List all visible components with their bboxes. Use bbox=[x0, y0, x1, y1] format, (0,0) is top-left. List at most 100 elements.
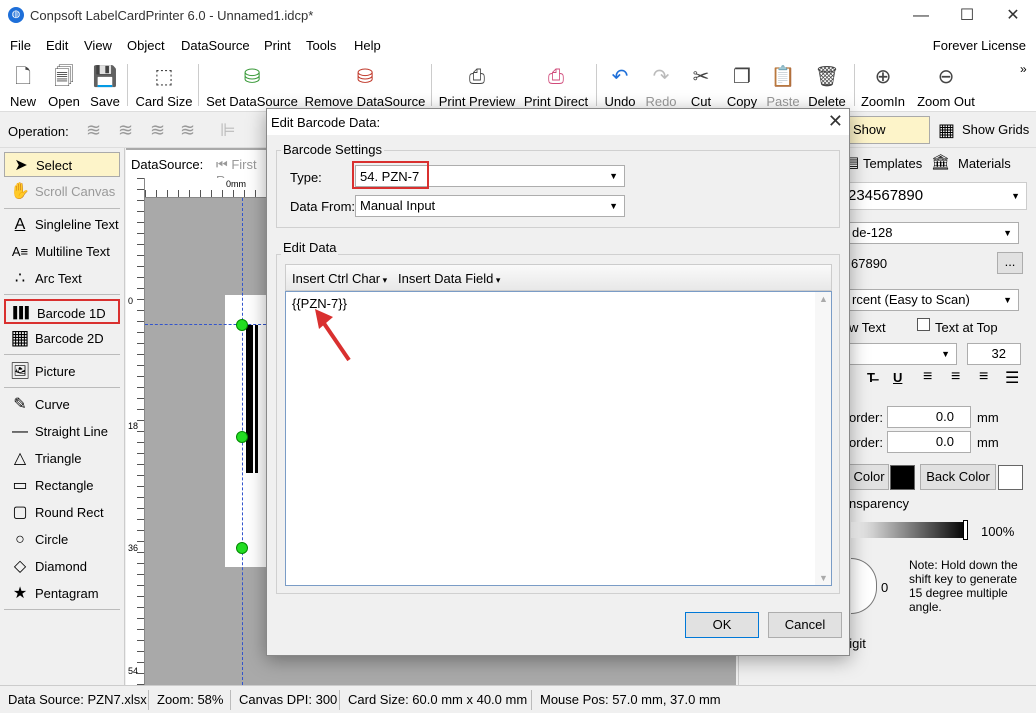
maximize-button[interactable]: ☐ bbox=[944, 0, 990, 32]
copy-button[interactable]: ❐ Copy bbox=[722, 62, 762, 110]
print-direct-button[interactable]: ⎙ Print Direct bbox=[522, 62, 590, 110]
tool-barcode-1d[interactable]: ▌▌▌ Barcode 1D bbox=[4, 299, 120, 324]
data-from-select[interactable]: Manual Input ▼ bbox=[355, 195, 625, 217]
tab-templates[interactable]: Templates bbox=[863, 156, 922, 171]
strikethrough-icon[interactable]: T̶ bbox=[867, 370, 875, 385]
ok-button[interactable]: OK bbox=[685, 612, 759, 638]
data-from-label: Data From: bbox=[290, 199, 356, 214]
layer-icon[interactable]: ≋ bbox=[150, 120, 165, 141]
dialog-close-button[interactable]: ✕ bbox=[828, 111, 843, 132]
divider bbox=[4, 354, 120, 355]
back-color-swatch[interactable] bbox=[998, 465, 1023, 490]
show-guides-toggle[interactable]: Show Guides bbox=[848, 116, 930, 163]
save-button[interactable]: 💾 Save bbox=[87, 62, 123, 110]
menu-file[interactable]: File bbox=[10, 38, 31, 53]
card-size-button[interactable]: ⬚ Card Size bbox=[134, 62, 194, 110]
tool-scroll-canvas[interactable]: ✋ Scroll Canvas bbox=[4, 179, 120, 204]
menu-view[interactable]: View bbox=[84, 38, 112, 53]
insert-ctrl-char-button[interactable]: Insert Ctrl Char ▾ bbox=[292, 271, 387, 286]
operation-label: Operation: bbox=[8, 124, 69, 139]
tool-singleline-text[interactable]: A Singleline Text bbox=[4, 212, 120, 237]
redo-button[interactable]: ↷ Redo bbox=[643, 62, 679, 110]
tool-straight-line[interactable]: — Straight Line bbox=[4, 419, 120, 444]
resize-handle[interactable] bbox=[236, 542, 248, 554]
close-button[interactable]: ✕ bbox=[990, 0, 1036, 32]
tool-curve[interactable]: ✎ Curve bbox=[4, 392, 120, 417]
transparency-slider[interactable] bbox=[851, 522, 967, 538]
border1-label: order: bbox=[849, 410, 883, 425]
tool-barcode-2d[interactable]: ▦ Barcode 2D bbox=[4, 326, 120, 351]
set-datasource-button[interactable]: ⛁ Set DataSource bbox=[205, 62, 299, 110]
tool-arc-text[interactable]: ∴ Arc Text bbox=[4, 266, 120, 291]
layer-icon[interactable]: ≋ bbox=[86, 120, 101, 141]
cut-button[interactable]: ✂ Cut bbox=[684, 62, 718, 110]
barcode-type-select[interactable]: de-128 ▼ bbox=[847, 222, 1019, 244]
layer-icon[interactable]: ≋ bbox=[180, 120, 195, 141]
first-record-icon: ⏮ bbox=[216, 157, 232, 172]
tool-circle[interactable]: ○ Circle bbox=[4, 527, 120, 552]
slider-thumb[interactable] bbox=[963, 520, 968, 540]
align-right-icon[interactable]: ≡ bbox=[979, 368, 988, 386]
menu-tools[interactable]: Tools bbox=[306, 38, 336, 53]
divider bbox=[4, 609, 120, 610]
scroll-up-icon[interactable]: ▲ bbox=[819, 294, 828, 304]
font-select[interactable]: ▼ bbox=[847, 343, 957, 365]
menu-object[interactable]: Object bbox=[127, 38, 165, 53]
tool-triangle[interactable]: △ Triangle bbox=[4, 446, 120, 471]
resize-handle[interactable] bbox=[236, 431, 248, 443]
chevron-down-icon: ▼ bbox=[609, 201, 618, 211]
tool-pentagram[interactable]: ★ Pentagram bbox=[4, 581, 120, 606]
text-at-top-checkbox[interactable] bbox=[917, 318, 930, 331]
cancel-button[interactable]: Cancel bbox=[768, 612, 842, 638]
barcode-data-field[interactable]: 234567890 ▼ bbox=[847, 182, 1027, 210]
save-icon: 💾 bbox=[92, 66, 118, 88]
border2-stepper[interactable]: 0.0 bbox=[887, 431, 971, 453]
remove-datasource-button[interactable]: ⛁ Remove DataSource bbox=[304, 62, 426, 110]
justify-icon[interactable]: ☰ bbox=[1005, 368, 1019, 388]
menu-datasource[interactable]: DataSource bbox=[181, 38, 250, 53]
back-color-button[interactable]: Back Color bbox=[920, 464, 996, 490]
tool-multiline-text[interactable]: A≡ Multiline Text bbox=[4, 239, 120, 264]
insert-data-field-button[interactable]: Insert Data Field ▾ bbox=[398, 271, 500, 286]
scrollbar[interactable]: ▲ ▼ bbox=[815, 292, 831, 585]
zoom-out-button[interactable]: ⊖ Zoom Out bbox=[914, 62, 978, 110]
new-button[interactable]: 🗋 New bbox=[6, 62, 40, 110]
fore-color-swatch[interactable] bbox=[890, 465, 915, 490]
barcode-content-textarea[interactable]: {{PZN-7}} ▲ ▼ bbox=[285, 291, 832, 586]
font-size-stepper[interactable]: 32 bbox=[967, 343, 1021, 365]
underline-icon[interactable]: U bbox=[893, 370, 902, 385]
zoom-in-button[interactable]: ⊕ ZoomIn bbox=[859, 62, 907, 110]
zoom-in-icon: ⊕ bbox=[874, 66, 892, 88]
undo-button[interactable]: ↶ Undo bbox=[601, 62, 639, 110]
align-center-icon[interactable]: ≡ bbox=[951, 368, 960, 386]
delete-button[interactable]: 🗑 Delete bbox=[806, 62, 848, 110]
resize-handle[interactable] bbox=[236, 319, 248, 331]
menu-help[interactable]: Help bbox=[354, 38, 381, 53]
scroll-down-icon[interactable]: ▼ bbox=[819, 573, 828, 583]
tool-diamond[interactable]: ◇ Diamond bbox=[4, 554, 120, 579]
tab-materials[interactable]: Materials bbox=[958, 156, 1011, 171]
more-button[interactable]: ... bbox=[997, 252, 1023, 274]
align-left-icon[interactable]: ⊫ bbox=[220, 120, 236, 141]
ruler-mark: 18 bbox=[128, 421, 139, 431]
barcode-settings-label: Barcode Settings bbox=[281, 142, 385, 157]
tool-round-rect[interactable]: ▢ Round Rect bbox=[4, 500, 120, 525]
open-button[interactable]: 🗐 Open bbox=[44, 62, 84, 110]
paste-button[interactable]: 📋 Paste bbox=[764, 62, 802, 110]
align-left-icon[interactable]: ≡ bbox=[923, 368, 932, 386]
angle-dial[interactable] bbox=[851, 558, 877, 614]
fore-color-button[interactable]: Color bbox=[849, 464, 889, 490]
tool-select[interactable]: ➤ Select bbox=[4, 152, 120, 177]
status-mouse-pos: Mouse Pos: 57.0 mm, 37.0 mm bbox=[540, 692, 721, 707]
border1-stepper[interactable]: 0.0 bbox=[887, 406, 971, 428]
scan-quality-select[interactable]: rcent (Easy to Scan) ▼ bbox=[847, 289, 1019, 311]
minimize-button[interactable]: — bbox=[898, 0, 944, 32]
tool-picture[interactable]: 🖼 Picture bbox=[4, 359, 120, 384]
show-grids-toggle[interactable]: Show Grids bbox=[962, 122, 1029, 137]
menu-print[interactable]: Print bbox=[264, 38, 291, 53]
menu-edit[interactable]: Edit bbox=[46, 38, 68, 53]
toolbar-overflow-icon[interactable]: » bbox=[1020, 62, 1027, 76]
print-preview-button[interactable]: ⎙ Print Preview bbox=[438, 62, 516, 110]
tool-rectangle[interactable]: ▭ Rectangle bbox=[4, 473, 120, 498]
layer-icon[interactable]: ≋ bbox=[118, 120, 133, 141]
